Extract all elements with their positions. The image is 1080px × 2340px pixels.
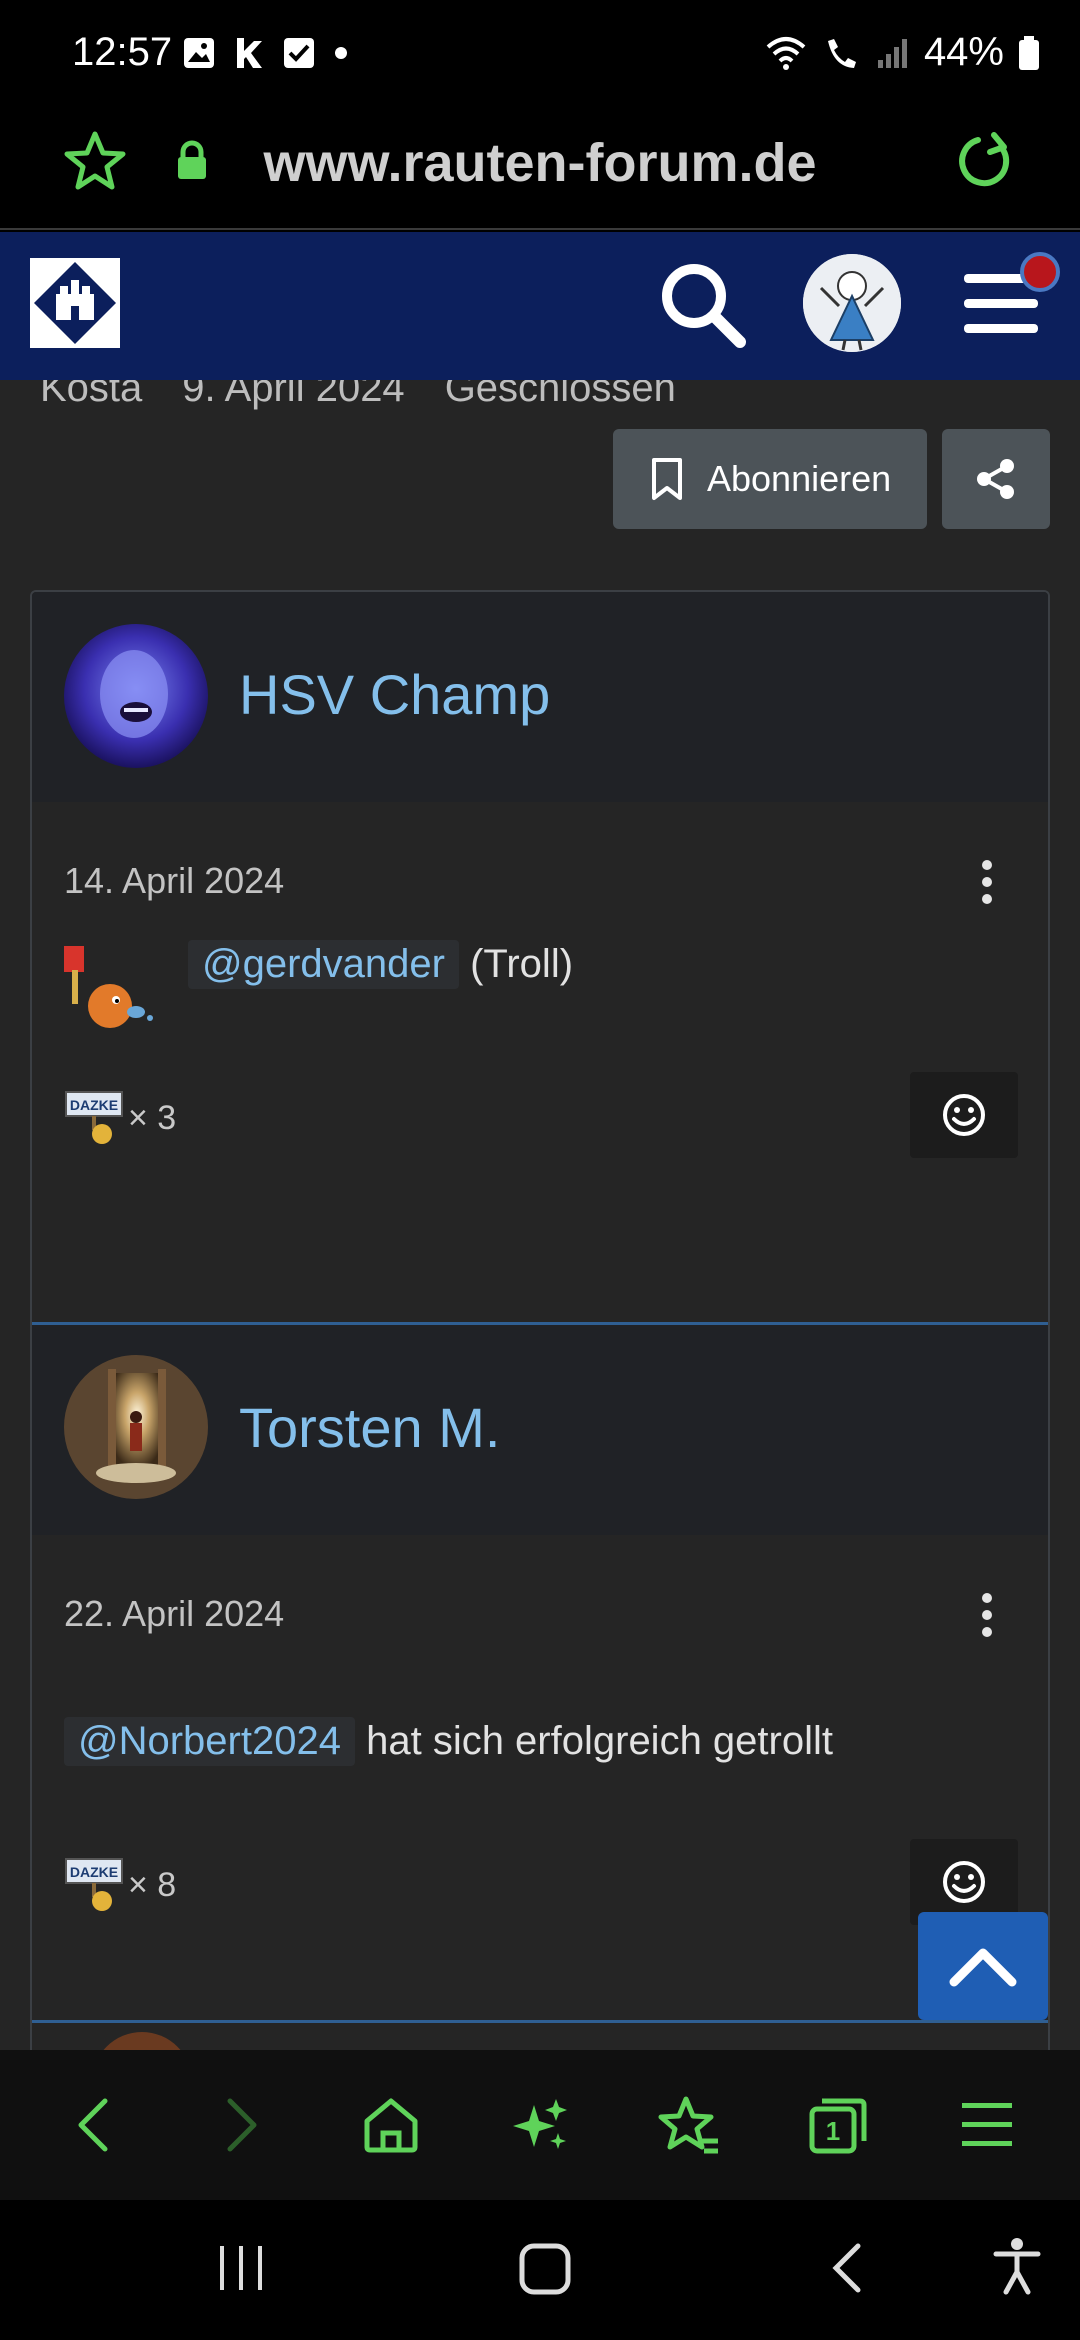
- status-bar: 12:57 44%: [0, 0, 1080, 110]
- wifi-icon: [766, 36, 806, 70]
- status-notification-icons: [182, 36, 348, 70]
- reload-icon[interactable]: [954, 130, 1016, 197]
- browser-url-bar: www.rauten-forum.de: [0, 110, 1080, 230]
- user-avatar[interactable]: [803, 254, 901, 352]
- post-divider: [32, 2020, 1048, 2023]
- forward-icon[interactable]: [197, 2080, 287, 2170]
- smiley-icon: [943, 1861, 985, 1903]
- wifi-calling-icon: [827, 38, 856, 68]
- reaction-summary[interactable]: DAZKE × 3: [64, 1090, 176, 1146]
- status-right: 44%: [764, 30, 1040, 75]
- reaction-count: × 3: [128, 1098, 177, 1137]
- checkbox-icon: [284, 38, 314, 68]
- post-date[interactable]: 14. April 2024: [64, 860, 284, 902]
- svg-text:1: 1: [826, 2116, 840, 2146]
- post-message: @Norbert2024 hat sich erfolgreich getrol…: [64, 1717, 833, 1766]
- home-button-icon[interactable]: [518, 2240, 572, 2301]
- dot-icon: [335, 47, 347, 59]
- post-body: 14. April 2024 @gerdvander (Troll) DAZKE…: [32, 802, 1048, 1322]
- tabs-icon[interactable]: 1: [793, 2080, 883, 2170]
- user-mention[interactable]: @Norbert2024: [64, 1717, 355, 1766]
- post-username[interactable]: HSV Champ: [239, 662, 550, 727]
- thread-date: 9. April 2024: [182, 380, 405, 410]
- system-back-icon[interactable]: [826, 2240, 866, 2301]
- post-message: @gerdvander (Troll): [188, 940, 573, 989]
- reaction-count: × 8: [128, 1865, 177, 1904]
- menu-icon[interactable]: [942, 2080, 1032, 2170]
- site-logo[interactable]: [30, 258, 120, 348]
- signal-icon: [877, 38, 907, 68]
- thread-page: Kosta 9. April 2024 Geschlossen Abonnier…: [0, 380, 1080, 2050]
- more-options-icon[interactable]: [982, 860, 994, 911]
- site-header: [0, 232, 1080, 380]
- back-icon[interactable]: [48, 2080, 138, 2170]
- reaction-summary[interactable]: DAZKE × 8: [64, 1857, 176, 1913]
- thread-author: Kosta: [40, 380, 143, 410]
- accessibility-icon[interactable]: [992, 2236, 1042, 2301]
- post-list: HSV Champ 14. April 2024 @gerdvander (Tr…: [30, 590, 1050, 2050]
- share-icon: [977, 459, 1014, 499]
- post-username[interactable]: Torsten M.: [239, 1395, 500, 1460]
- home-icon[interactable]: [346, 2080, 436, 2170]
- system-navigation-bar: [0, 2200, 1080, 2340]
- post-body: 22. April 2024 @Norbert2024 hat sich erf…: [32, 1535, 1048, 2022]
- notification-badge: [1020, 252, 1060, 292]
- more-options-icon[interactable]: [982, 1593, 994, 1644]
- post: Torsten M. 22. April 2024 @Norbert2024 h…: [32, 1325, 1048, 2022]
- post-text: hat sich erfolgreich getrollt: [366, 1719, 833, 1763]
- recent-apps-icon[interactable]: [216, 2240, 266, 2301]
- bookmark-icon: [652, 458, 682, 500]
- post-header: Torsten M.: [32, 1325, 1048, 1535]
- battery-percent: 44%: [923, 30, 1004, 74]
- search-icon[interactable]: [656, 258, 748, 355]
- dazke-reaction-icon: DAZKE: [65, 1858, 123, 1911]
- post-date[interactable]: 22. April 2024: [64, 1593, 284, 1635]
- battery-icon: [1019, 35, 1039, 70]
- post-avatar[interactable]: [92, 2032, 192, 2050]
- post-avatar[interactable]: [64, 624, 208, 768]
- sparkle-icon[interactable]: [495, 2080, 585, 2170]
- chevron-up-icon: [949, 1948, 1017, 1987]
- svg-text:DAZKE: DAZKE: [70, 1864, 118, 1880]
- bookmarks-icon[interactable]: [644, 2080, 734, 2170]
- share-button[interactable]: [942, 429, 1050, 529]
- subscribe-button[interactable]: Abonnieren: [613, 429, 927, 529]
- smiley-icon: [943, 1094, 985, 1136]
- user-mention[interactable]: @gerdvander: [188, 940, 459, 989]
- post: HSV Champ 14. April 2024 @gerdvander (Tr…: [32, 592, 1048, 1322]
- status-time: 12:57: [72, 30, 173, 74]
- post-header: HSV Champ: [32, 592, 1048, 802]
- subscribe-label: Abonnieren: [707, 458, 892, 499]
- post-text: (Troll): [470, 942, 574, 986]
- react-button[interactable]: [910, 1072, 1018, 1158]
- thread-status: Geschlossen: [444, 380, 676, 410]
- red-card-emoji-icon: [60, 944, 160, 1039]
- dazke-reaction-icon: DAZKE: [65, 1091, 123, 1144]
- browser-toolbar: 1: [0, 2050, 1080, 2200]
- k-app-icon: [237, 38, 262, 68]
- scroll-to-top-button[interactable]: [918, 1912, 1048, 2020]
- post-avatar[interactable]: [64, 1355, 208, 1499]
- gallery-icon: [184, 38, 214, 68]
- thread-meta: Kosta 9. April 2024 Geschlossen: [40, 380, 676, 411]
- url-text[interactable]: www.rauten-forum.de: [0, 132, 1080, 194]
- svg-text:DAZKE: DAZKE: [70, 1097, 118, 1113]
